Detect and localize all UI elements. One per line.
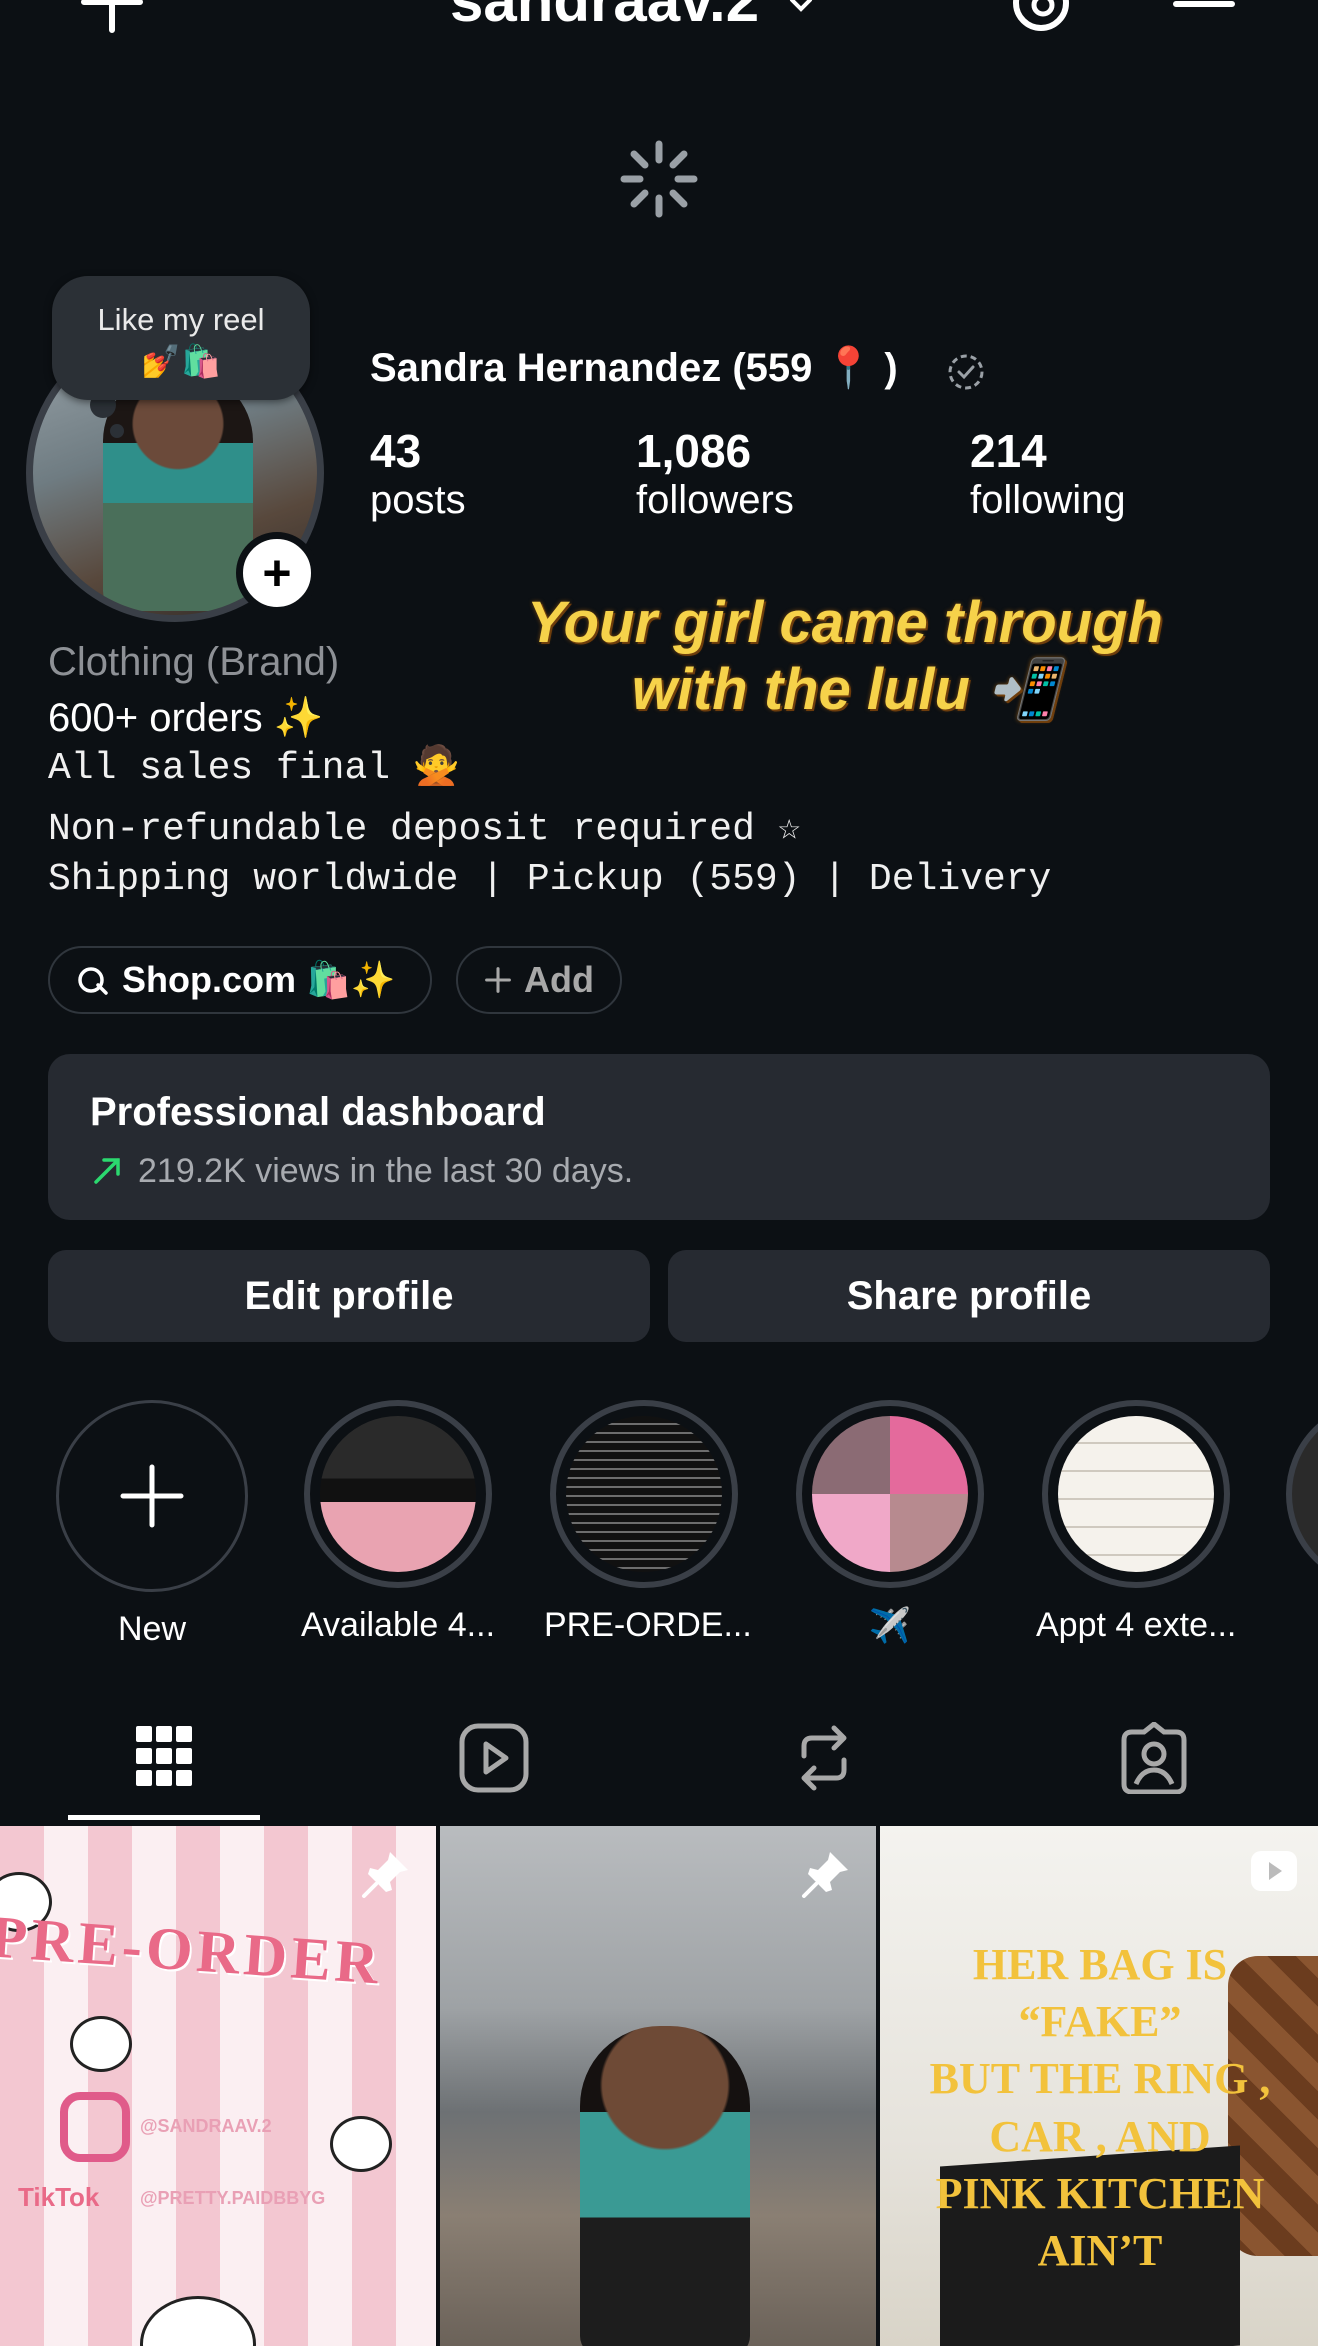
post-thumbnail[interactable] xyxy=(440,1826,876,2346)
highlight-label: Available 4... xyxy=(300,1606,496,1644)
highlight-item-partial[interactable] xyxy=(1286,1400,1318,1588)
highlight-label: New xyxy=(117,1610,187,1648)
stat-following-value: 214 xyxy=(970,425,1047,477)
profile-username-switcher[interactable]: sandraav.2 xyxy=(450,0,816,35)
post-thumbnail[interactable]: PRE-ORDER @SANDRAAV.2 TikTok @PRETTY.PAI… xyxy=(0,1826,436,2346)
hello-kitty-sticker xyxy=(140,2296,256,2346)
post-caption-line: “FAKE” xyxy=(1018,1997,1182,2047)
professional-dashboard-card[interactable]: Professional dashboard 219.2K views in t… xyxy=(48,1054,1270,1220)
overlay-caption: Your girl came through with the lulu 📲 xyxy=(527,590,1163,722)
add-story-button[interactable]: + xyxy=(236,532,318,614)
post-caption-line: CAR , AND xyxy=(989,2111,1211,2161)
stat-followers[interactable]: 1,086 followers xyxy=(636,424,794,523)
highlight-item[interactable]: PRE-ORDE... xyxy=(544,1400,752,1645)
highlight-label: Appt 4 exte... xyxy=(1036,1606,1237,1644)
bio-line: 600+ orders ✨ xyxy=(48,696,324,740)
highlight-item[interactable]: Available 4... xyxy=(298,1400,498,1645)
highlight-new-ring xyxy=(56,1400,248,1592)
loading-spinner-icon xyxy=(620,140,698,218)
note-emoji: 💅🛍️ xyxy=(141,343,221,379)
add-link-label: Add xyxy=(524,959,594,1000)
highlight-cover xyxy=(1042,1400,1230,1588)
trend-up-arrow-icon xyxy=(94,1158,120,1184)
highlight-item[interactable]: ✈️ xyxy=(790,1400,990,1646)
hamburger-menu-icon[interactable] xyxy=(1172,0,1236,30)
pin-icon xyxy=(362,1852,408,1898)
reel-indicator-icon xyxy=(1251,1851,1297,1891)
stat-posts-label: posts xyxy=(370,478,466,522)
stat-posts-value: 43 xyxy=(370,425,422,477)
verify-badge-dashed-icon[interactable] xyxy=(946,352,986,392)
stat-followers-label: followers xyxy=(636,478,794,522)
highlight-label: PRE-ORDE... xyxy=(544,1606,752,1644)
username-text: sandraav.2 xyxy=(450,0,760,34)
post-caption-text: HER BAG IS “FAKE” BUT THE RING , CAR , A… xyxy=(890,1936,1310,2279)
threads-icon[interactable] xyxy=(1010,0,1072,34)
share-profile-button[interactable]: Share profile xyxy=(668,1250,1270,1342)
highlight-new[interactable]: New xyxy=(52,1400,252,1649)
tiktok-logo-icon: TikTok xyxy=(18,2182,100,2212)
profile-note-bubble[interactable]: Like my reel 💅🛍️ xyxy=(52,276,310,400)
bio-line: All sales final 🙅 xyxy=(48,747,461,790)
bio-line: Shipping worldwide | Pickup (559) | Deli… xyxy=(48,858,1052,901)
reposts-tab-icon[interactable] xyxy=(784,1722,864,1794)
post-caption-line: AIN’T xyxy=(1037,2225,1163,2275)
highlight-item[interactable]: Appt 4 exte... xyxy=(1036,1400,1236,1645)
instagram-handle: @SANDRAAV.2 xyxy=(140,2116,272,2136)
tagged-tab-icon[interactable] xyxy=(1114,1722,1194,1794)
profile-category: Clothing (Brand) xyxy=(48,640,340,684)
profile-full-name: Sandra Hernandez (559 📍 ) xyxy=(370,346,898,390)
threads-link-icon xyxy=(78,967,108,995)
post-thumbnail[interactable]: HER BAG IS “FAKE” BUT THE RING , CAR , A… xyxy=(880,1826,1318,2346)
grid-tab-icon[interactable] xyxy=(124,1722,204,1794)
hello-kitty-sticker xyxy=(330,2116,392,2172)
bio-line: Non-refundable deposit required ☆ xyxy=(48,808,801,851)
pin-icon xyxy=(802,1852,848,1898)
post-caption-line: BUT THE RING , xyxy=(929,2054,1271,2104)
create-plus-icon[interactable] xyxy=(80,0,144,34)
post-caption-line: HER BAG IS xyxy=(972,1940,1228,1989)
post-caption-line: PINK KITCHEN xyxy=(935,2168,1265,2218)
shop-link-chip[interactable]: Shop.com 🛍️✨ xyxy=(48,946,432,1014)
chevron-down-icon xyxy=(789,0,812,12)
note-text: Like my reel xyxy=(97,302,265,337)
add-link-chip[interactable]: Add xyxy=(456,946,622,1014)
highlight-label: ✈️ xyxy=(868,1607,912,1645)
shop-link-label: Shop.com 🛍️✨ xyxy=(122,959,396,1000)
stat-following[interactable]: 214 following xyxy=(970,424,1126,523)
preorder-title: PRE-ORDER xyxy=(0,1903,385,1997)
dashboard-title: Professional dashboard xyxy=(90,1090,546,1134)
note-bubble-tail xyxy=(110,424,124,438)
stat-following-label: following xyxy=(970,478,1126,522)
edit-profile-button[interactable]: Edit profile xyxy=(48,1250,650,1342)
hello-kitty-sticker xyxy=(70,2016,132,2072)
highlight-cover xyxy=(304,1400,492,1588)
post-photo-person xyxy=(580,2026,750,2346)
instagram-logo-icon xyxy=(60,2092,130,2162)
stat-posts[interactable]: 43 posts xyxy=(370,424,466,523)
plus-icon xyxy=(120,1464,184,1528)
active-tab-indicator xyxy=(68,1815,260,1820)
plus-icon xyxy=(485,967,511,993)
stat-followers-value: 1,086 xyxy=(636,425,752,477)
dashboard-subtitle: 219.2K views in the last 30 days. xyxy=(138,1152,634,1190)
avatar-photo xyxy=(103,371,253,611)
highlight-cover xyxy=(796,1400,984,1588)
highlight-cover xyxy=(550,1400,738,1588)
tiktok-handle: @PRETTY.PAIDBBYG xyxy=(140,2188,326,2208)
reels-tab-icon[interactable] xyxy=(454,1722,534,1794)
